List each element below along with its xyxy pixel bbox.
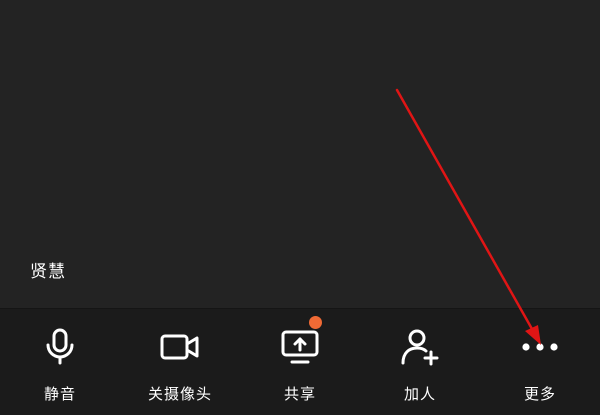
mute-label: 静音 [43,385,76,403]
notification-badge [309,316,322,329]
camera-off-label: 关摄像头 [147,385,212,403]
add-people-button[interactable]: 加人 [360,309,480,415]
participant-name: 贤慧 [30,262,66,282]
camera-off-button[interactable]: 关摄像头 [120,309,240,415]
meeting-screen: 贤慧 静音 关摄像头 共享 加人 更多 [0,0,600,415]
meeting-toolbar: 静音 关摄像头 共享 加人 更多 [0,308,600,415]
mute-button[interactable]: 静音 [0,309,120,415]
more-dots-icon [518,327,562,367]
more-label: 更多 [523,385,556,403]
microphone-icon [38,327,82,367]
more-button[interactable]: 更多 [480,309,600,415]
share-label: 共享 [283,385,316,403]
video-camera-icon [158,327,202,367]
add-user-icon [398,327,442,367]
add-people-label: 加人 [403,385,436,403]
video-area: 贤慧 [0,0,600,308]
screen-share-icon [278,327,322,367]
share-button[interactable]: 共享 [240,309,360,415]
